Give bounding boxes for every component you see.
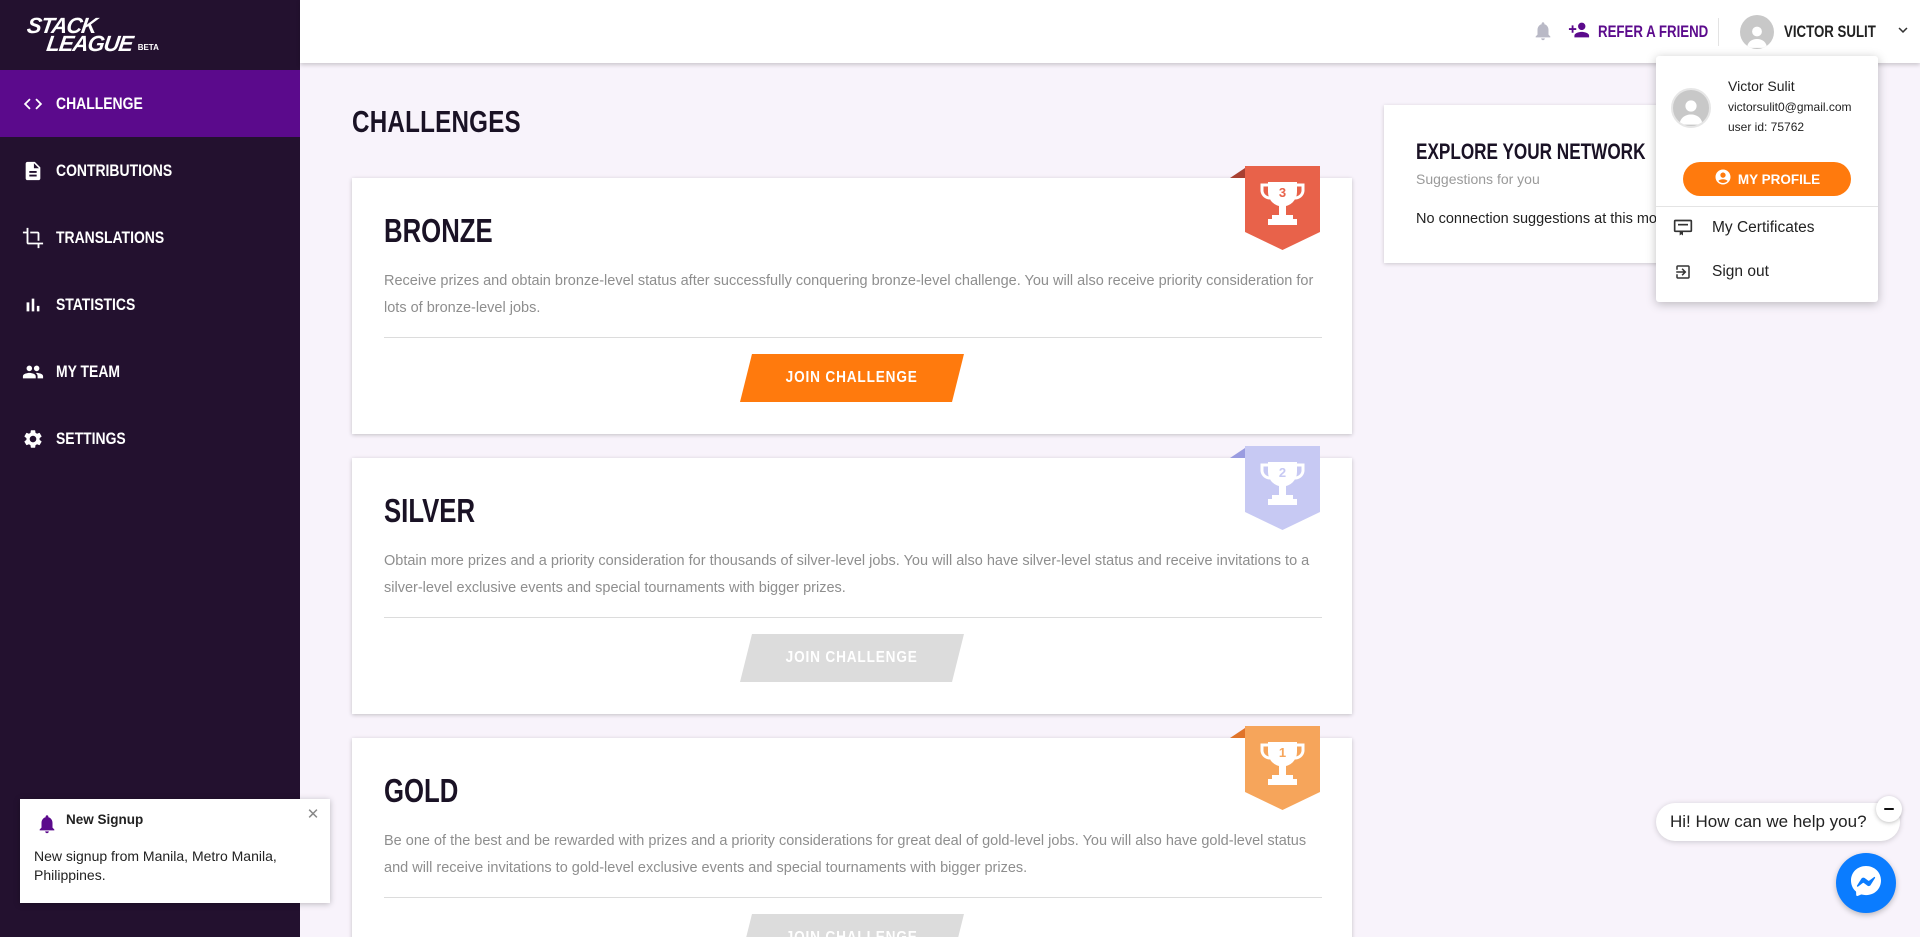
sidebar-item-label: Settings	[56, 428, 126, 448]
join-challenge-label: JOIN CHALLENGE	[785, 649, 919, 666]
close-icon[interactable]: ✕	[304, 805, 322, 823]
toast-message: New signup from Manila, Metro Manila, Ph…	[34, 848, 277, 883]
gear-icon	[22, 428, 44, 450]
card-divider	[384, 617, 1322, 618]
challenge-description: Receive prizes and obtain bronze-level s…	[384, 273, 1314, 316]
dropdown-user-email: victorsulit0@gmail.com	[1728, 100, 1852, 114]
dropdown-user-name: Victor Sulit	[1728, 78, 1795, 94]
challenge-description: Obtain more prizes and a priority consid…	[384, 553, 1310, 596]
sidebar-item-label: Challenge	[56, 93, 143, 113]
sidebar-item-settings[interactable]: Settings	[0, 405, 300, 472]
join-challenge-button[interactable]: JOIN CHALLENGE	[740, 634, 964, 682]
trophy-badge-icon: 2	[1230, 446, 1320, 530]
menu-item-label: Sign out	[1712, 263, 1769, 280]
badge-rank: 1	[1279, 745, 1286, 760]
explore-network-panel: EXPLORE YOUR NETWORK Suggestions for you…	[1384, 105, 1684, 263]
account-circle-icon	[1714, 168, 1732, 190]
trophy-badge-icon: 1	[1230, 726, 1320, 810]
challenge-description: Be one of the best and be rewarded with …	[384, 833, 1307, 876]
refer-a-friend-button[interactable]: REFER A FRIEND	[1568, 18, 1739, 46]
my-profile-label: MY PROFILE	[1737, 171, 1821, 187]
dropdown-user-id: user id: 75762	[1728, 120, 1805, 134]
add-person-icon	[1568, 19, 1590, 45]
join-challenge-label: JOIN CHALLENGE	[786, 929, 918, 937]
card-divider	[384, 897, 1322, 898]
messenger-chat-button[interactable]	[1836, 853, 1896, 913]
sign-out-icon	[1672, 261, 1694, 283]
people-icon	[22, 361, 44, 383]
toast-title: New Signup	[66, 812, 144, 827]
dropdown-divider	[1656, 206, 1878, 207]
notification-bell-icon[interactable]	[1532, 20, 1554, 42]
sidebar-item-contributions[interactable]: Contributions	[0, 137, 300, 204]
sidebar-item-translations[interactable]: Translations	[0, 204, 300, 271]
chat-minimize-button[interactable]	[1876, 796, 1902, 822]
certificate-icon	[1672, 217, 1694, 239]
card-divider	[384, 337, 1322, 338]
user-name: VICTOR SULIT	[1784, 22, 1876, 41]
crop-icon	[22, 227, 44, 249]
chevron-down-icon	[1894, 21, 1912, 43]
user-dropdown-menu: Victor Sulit victorsulit0@gmail.com user…	[1656, 56, 1878, 302]
user-menu-toggle[interactable]: VICTOR SULIT	[1740, 14, 1912, 50]
avatar	[1671, 88, 1711, 128]
challenge-card-gold: 1 GOLD Be one of the best and be rewarde…	[352, 726, 1352, 937]
menu-item-my-certificates[interactable]: My Certificates	[1656, 210, 1878, 246]
signup-toast: New Signup ✕ New signup from Manila, Met…	[20, 799, 330, 903]
sidebar-item-label: My Team	[56, 361, 121, 381]
stackleague-logo[interactable]: STACK LEAGUE BETA	[0, 0, 300, 70]
explore-subtitle: Suggestions for you	[1416, 171, 1540, 187]
sidebar-item-label: Statistics	[56, 294, 136, 314]
bell-icon	[36, 813, 58, 835]
logo-wordmark: STACK LEAGUE	[23, 13, 136, 56]
document-icon	[22, 160, 44, 182]
join-challenge-button[interactable]: JOIN CHALLENGE	[740, 354, 964, 402]
challenge-card-bronze: 3 BRONZE Receive prizes and obtain bronz…	[352, 166, 1352, 434]
challenge-card-silver: 2 SILVER Obtain more prizes and a priori…	[352, 446, 1352, 714]
bar-chart-icon	[22, 294, 44, 316]
challenge-title: BRONZE	[384, 212, 493, 249]
beta-label: BETA	[137, 43, 159, 52]
join-challenge-label: JOIN CHALLENGE	[785, 369, 919, 386]
page-title: CHALLENGES	[352, 104, 521, 139]
challenge-title: GOLD	[384, 772, 459, 809]
chat-greeting-bubble[interactable]: Hi! How can we help you?	[1656, 803, 1900, 841]
code-icon	[22, 93, 44, 115]
sidebar-item-label: Translations	[56, 227, 165, 247]
join-challenge-button[interactable]: JOIN CHALLENGE	[740, 914, 964, 937]
my-profile-button[interactable]: MY PROFILE	[1683, 162, 1851, 196]
sidebar-item-statistics[interactable]: Statistics	[0, 271, 300, 338]
avatar	[1740, 15, 1774, 49]
sidebar-item-label: Contributions	[56, 160, 173, 180]
header-divider	[1718, 18, 1719, 46]
menu-item-label: My Certificates	[1712, 219, 1815, 236]
top-header: REFER A FRIEND VICTOR SULIT	[300, 0, 1920, 63]
badge-rank: 2	[1279, 465, 1286, 480]
refer-a-friend-label: REFER A FRIEND	[1598, 22, 1709, 41]
sidebar-item-my-team[interactable]: My Team	[0, 338, 300, 405]
trophy-badge-icon: 3	[1230, 166, 1320, 250]
explore-empty-message: No connection suggestions at this mo	[1416, 211, 1657, 227]
chat-greeting-text: Hi! How can we help you?	[1670, 812, 1867, 831]
explore-title: EXPLORE YOUR NETWORK	[1416, 139, 1646, 164]
badge-rank: 3	[1279, 185, 1286, 200]
minus-icon	[1884, 807, 1894, 811]
messenger-icon	[1848, 863, 1884, 903]
sidebar-item-challenge[interactable]: Challenge	[0, 70, 300, 137]
sidebar: STACK LEAGUE BETA Challenge Contribution…	[0, 0, 300, 937]
challenge-title: SILVER	[384, 492, 476, 529]
menu-item-sign-out[interactable]: Sign out	[1656, 254, 1878, 290]
